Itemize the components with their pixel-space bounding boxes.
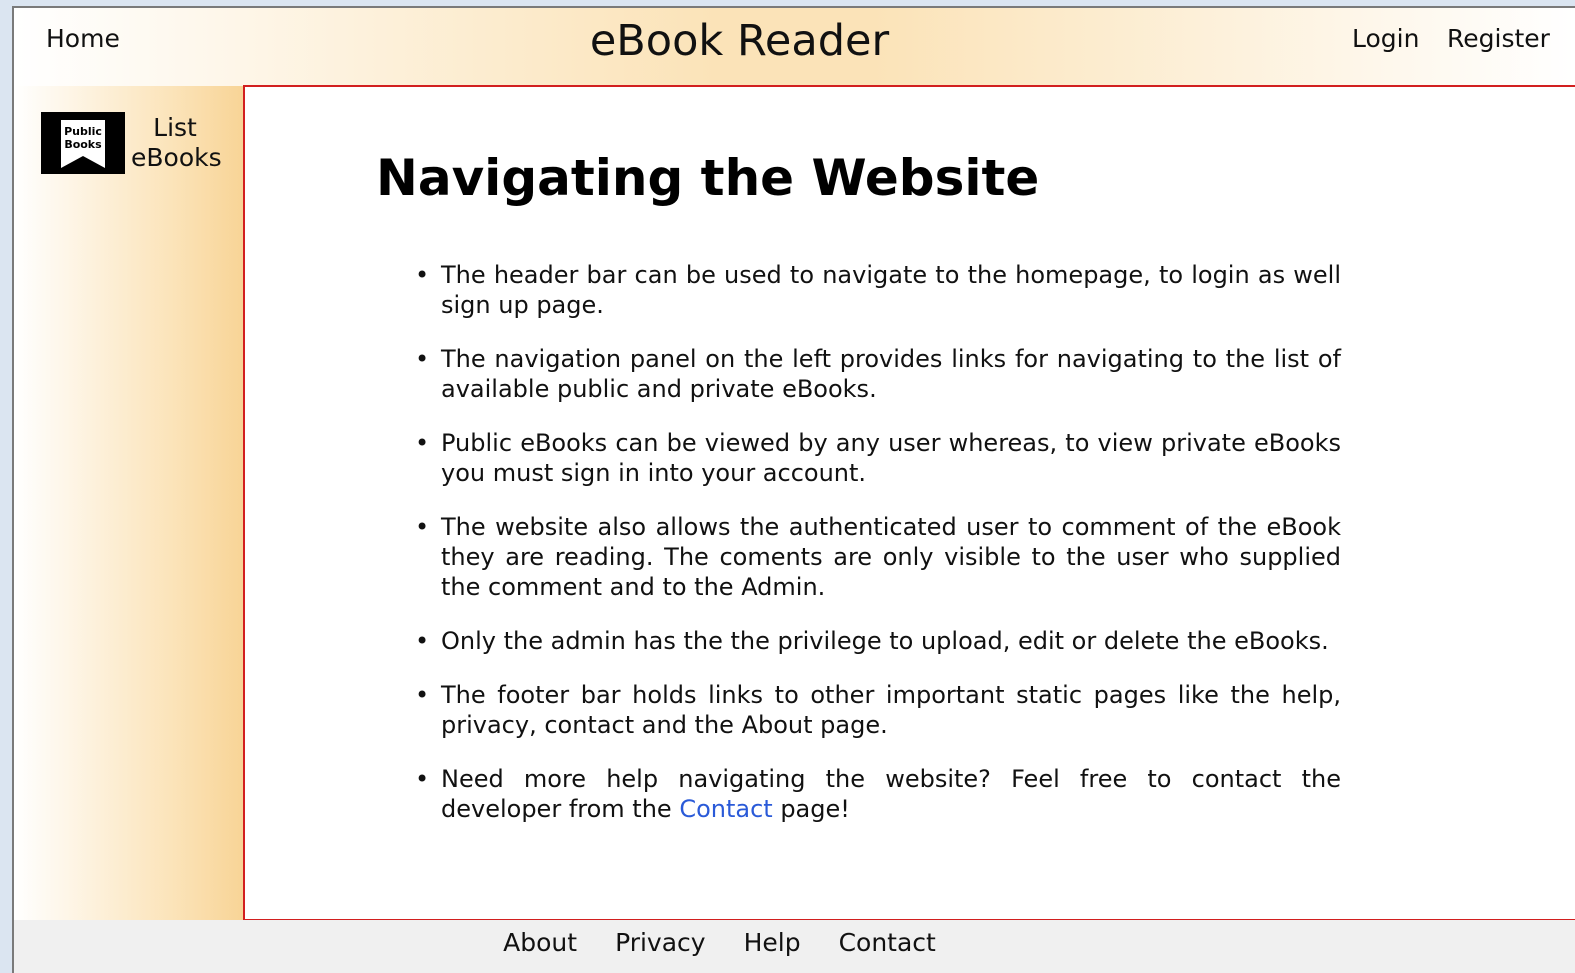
footer-link-help[interactable]: Help xyxy=(744,928,801,973)
sidebar-item-list-ebooks[interactable]: Public Books List eBooks xyxy=(41,112,222,174)
list-item: • The website also allows the authenticat… xyxy=(415,512,1341,602)
logo-text-public: Public xyxy=(64,125,102,138)
list-item: • Public eBooks can be viewed by any user… xyxy=(415,428,1341,488)
footer-link-about[interactable]: About xyxy=(503,928,577,973)
list-item-text: The footer bar holds links to other impo… xyxy=(441,681,1341,739)
list-item-text: The navigation panel on the left provide… xyxy=(441,345,1341,403)
footer-link-contact[interactable]: Contact xyxy=(839,928,936,973)
list-item: • The footer bar holds links to other imp… xyxy=(415,680,1341,740)
bullet-icon: • xyxy=(415,429,430,457)
list-item-text: The website also allows the authenticate… xyxy=(441,513,1341,601)
site-title: eBook Reader xyxy=(589,16,890,66)
bullet-icon: • xyxy=(415,261,430,289)
help-list: • The header bar can be used to navigate … xyxy=(406,260,1341,848)
bullet-icon: • xyxy=(415,513,430,541)
sidebar-item-label-line1: List xyxy=(153,113,197,142)
list-item-text: Public eBooks can be viewed by any user … xyxy=(441,429,1341,487)
footer-bar: About Privacy Help Contact xyxy=(14,920,1575,973)
header-bar: Home eBook Reader Login Register xyxy=(14,8,1575,86)
list-item: • Need more help navigating the website? … xyxy=(415,764,1341,824)
sidebar-item-label: List eBooks xyxy=(131,113,222,173)
login-link[interactable]: Login xyxy=(1352,24,1419,53)
bullet-icon: • xyxy=(415,681,430,709)
navigation-panel: Public Books List eBooks xyxy=(14,86,244,920)
bullet-icon: • xyxy=(415,765,430,793)
public-books-logo-icon: Public Books xyxy=(41,112,125,174)
bullet-icon: • xyxy=(415,345,430,373)
list-item: • The navigation panel on the left provid… xyxy=(415,344,1341,404)
bullet-icon: • xyxy=(415,627,430,655)
list-item-text: The header bar can be used to navigate t… xyxy=(441,261,1341,319)
footer-link-privacy[interactable]: Privacy xyxy=(615,928,706,973)
main-content: Navigating the Website • The header bar c… xyxy=(243,85,1575,921)
page-title: Navigating the Website xyxy=(376,149,1040,207)
list-item-text-before: Need more help navigating the website? F… xyxy=(441,765,1341,823)
logo-text-books: Books xyxy=(64,138,102,151)
list-item: • Only the admin has the the privilege to… xyxy=(415,626,1341,656)
list-item-text: Only the admin has the the privilege to … xyxy=(441,627,1329,655)
register-link[interactable]: Register xyxy=(1447,24,1550,53)
list-item-text-after: page! xyxy=(772,795,850,823)
list-item: • The header bar can be used to navigate … xyxy=(415,260,1341,320)
browser-viewport: Home eBook Reader Login Register Public … xyxy=(12,6,1575,973)
sidebar-item-label-line2: eBooks xyxy=(131,143,222,172)
contact-inline-link[interactable]: Contact xyxy=(679,795,772,823)
